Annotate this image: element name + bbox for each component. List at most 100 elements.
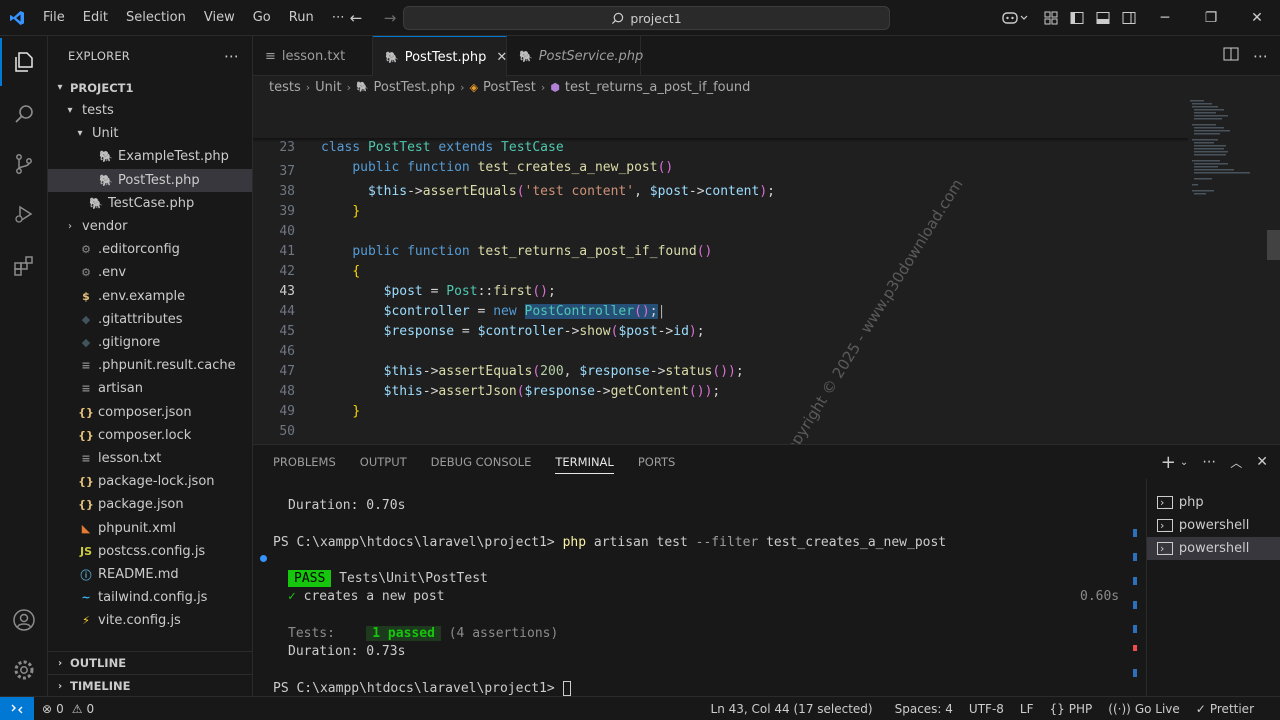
terminal-item-powershell-active[interactable]: ›_ powershell [1147,537,1280,560]
restore-icon[interactable]: ❐ [1188,0,1234,36]
menu-go[interactable]: Go [244,0,280,36]
outline-section[interactable]: › OUTLINE [48,651,252,674]
php-file-icon: 🐘 [385,50,399,64]
source-control-icon[interactable] [0,140,48,188]
customize-layout-icon[interactable] [1038,0,1064,36]
menu-run[interactable]: Run [280,0,323,36]
minimize-icon[interactable]: ─ [1142,0,1188,36]
menu-view[interactable]: View [195,0,244,36]
explorer-more-icon[interactable]: ⋯ [224,47,240,65]
close-tab-icon[interactable]: ✕ [496,50,507,65]
command-decoration-dot[interactable] [260,555,267,562]
back-arrow-icon[interactable]: ← [345,7,367,29]
tree-item[interactable]: ▾ tests [48,99,252,122]
tree-item[interactable]: {} package-lock.json [48,470,252,493]
tree-item[interactable]: JS postcss.config.js [48,540,252,563]
copilot-icon[interactable] [992,0,1038,36]
breadcrumb-item[interactable]: PostTest.php [373,80,455,95]
split-editor-icon[interactable] [1223,47,1239,65]
passed-count: 1 passed [366,626,441,641]
timeline-section[interactable]: › TIMELINE [48,674,252,697]
tree-item[interactable]: ≡ .phpunit.result.cache [48,354,252,377]
tab-lesson-txt[interactable]: ≡ lesson.txt [253,36,373,76]
go-live-label: Go Live [1134,702,1180,716]
tree-item[interactable]: ▾ Unit [48,122,252,145]
menu-file[interactable]: File [34,0,74,36]
tree-item[interactable]: ⚙ .editorconfig [48,238,252,261]
cursor-position[interactable]: Ln 43, Col 44 (17 selected) [703,702,881,716]
indentation[interactable]: Spaces: 4 [887,702,961,716]
tree-item[interactable]: {} package.json [48,493,252,516]
editor-more-icon[interactable]: ⋯ [1253,47,1268,65]
tree-item[interactable]: ◣ phpunit.xml [48,517,252,540]
tree-item[interactable]: ~ tailwind.config.js [48,586,252,609]
terminal-item-php[interactable]: ›_ php [1147,491,1280,514]
editor-scrollbar-thumb[interactable] [1267,230,1280,260]
code-editor[interactable]: 11 class PostTest extends TestCase 23 pu… [253,98,1280,444]
tab-output[interactable]: OUTPUT [360,455,407,469]
problems-status[interactable]: ⊗ 0 ⚠ 0 [34,702,102,716]
vscode-logo-icon[interactable] [0,0,34,36]
terminal-output[interactable]: Duration: 0.70s PS C:\xampp\htdocs\larav… [253,479,1146,720]
toggle-primary-sidebar-icon[interactable] [1064,0,1090,36]
tree-item[interactable]: ⚡ vite.config.js [48,609,252,632]
tree-item[interactable]: ◆ .gitignore [48,331,252,354]
terminal-item-powershell[interactable]: ›_ powershell [1147,514,1280,537]
close-panel-icon[interactable]: ✕ [1256,454,1268,470]
remote-indicator-icon[interactable] [0,696,34,720]
run-debug-icon[interactable] [0,190,48,238]
tab-posttest-php[interactable]: 🐘 PostTest.php ✕ [373,36,507,77]
tree-item[interactable]: 🐘 TestCase.php [48,192,252,215]
tree-item[interactable]: ⚙ .env [48,261,252,284]
tab-debug-console[interactable]: DEBUG CONSOLE [431,455,532,469]
tab-terminal[interactable]: TERMINAL [555,455,614,474]
tab-ports[interactable]: PORTS [638,455,675,469]
forward-arrow-icon[interactable]: → [379,7,401,29]
accounts-icon[interactable] [0,596,48,644]
project-root-folder[interactable]: ▾ PROJECT1 [48,76,252,99]
toggle-panel-icon[interactable] [1090,0,1116,36]
tree-item[interactable]: 🐘 ExampleTest.php [48,145,252,168]
manage-gear-icon[interactable] [0,646,48,694]
command-flag: --filter [695,535,759,550]
tree-item[interactable]: 🐘 PostTest.php [48,168,252,192]
tree-item[interactable]: {} composer.lock [48,424,252,447]
tab-postservice-php[interactable]: 🐘 PostService.php [507,36,643,76]
toggle-secondary-sidebar-icon[interactable] [1116,0,1142,36]
breadcrumb-item[interactable]: Unit [315,80,341,95]
terminal-dropdown-icon[interactable]: ⌄ [1180,457,1188,468]
command-center-search[interactable]: project1 [403,6,890,30]
extensions-icon[interactable] [0,242,48,290]
menu-edit[interactable]: Edit [74,0,117,36]
tree-item[interactable]: ≡ artisan [48,377,252,400]
class-symbol-icon: ◈ [469,80,479,94]
tests-label: Tests: [288,626,335,641]
language-mode[interactable]: {} PHP [1042,702,1101,716]
tree-item-label: composer.json [98,404,192,420]
breadcrumb-item[interactable]: tests [269,80,301,95]
menu-selection[interactable]: Selection [117,0,195,36]
breadcrumb-item[interactable]: PostTest [483,80,536,95]
minimap[interactable] [1188,98,1268,444]
text-file-icon: ≡ [81,382,91,396]
new-terminal-icon[interactable]: + [1161,452,1176,473]
go-live-button[interactable]: ((·)) Go Live [1100,702,1188,716]
tree-item[interactable]: ≡ lesson.txt [48,447,252,470]
close-window-icon[interactable]: ✕ [1234,0,1280,36]
prettier-status[interactable]: ✓ Prettier [1188,702,1280,716]
terminal-scrollbar[interactable] [1133,529,1137,720]
search-activity-icon[interactable] [0,90,48,138]
breadcrumb-item[interactable]: test_returns_a_post_if_found [565,80,750,95]
tree-item[interactable]: ◆ .gitattributes [48,308,252,331]
explorer-files-icon[interactable] [0,38,48,86]
tree-item[interactable]: › vendor [48,215,252,238]
tree-item[interactable]: ⓘ README.md [48,563,252,586]
panel-more-icon[interactable]: ⋯ [1202,454,1216,470]
maximize-panel-icon[interactable]: ︿ [1230,454,1242,471]
tree-item[interactable]: {} composer.json [48,401,252,424]
encoding[interactable]: UTF-8 [961,702,1012,716]
vite-icon: ⚡ [82,614,90,628]
tree-item[interactable]: $ .env.example [48,285,252,308]
end-of-line[interactable]: LF [1012,702,1042,716]
tab-problems[interactable]: PROBLEMS [273,455,336,469]
